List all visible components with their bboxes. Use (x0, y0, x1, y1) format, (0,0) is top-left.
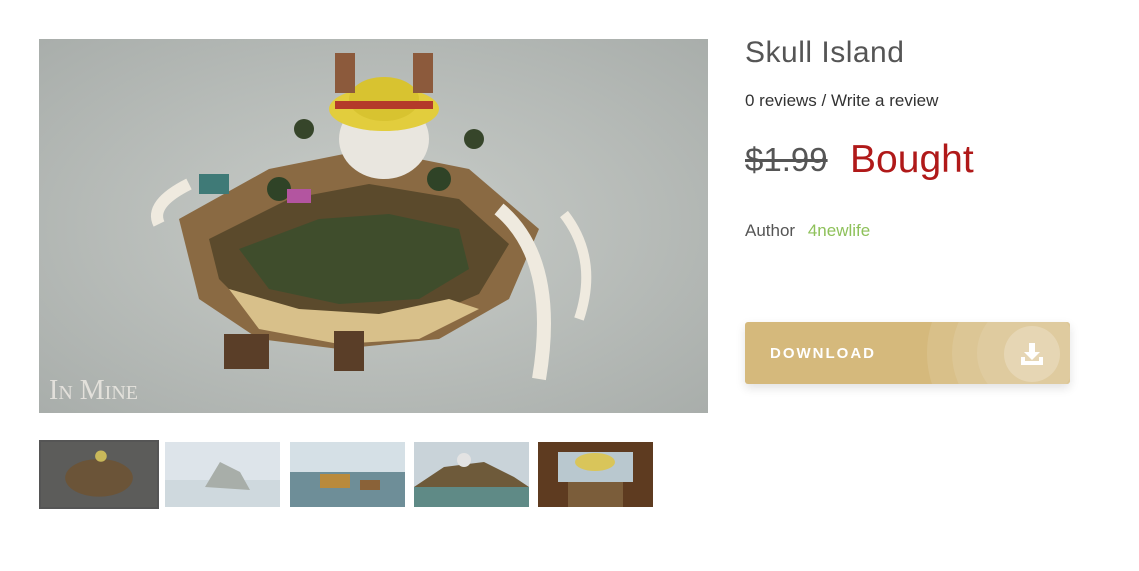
thumbnail-5[interactable] (538, 442, 653, 507)
thumbnail-4[interactable] (414, 442, 529, 507)
reviews-separator: / (816, 91, 831, 110)
download-button[interactable]: DOWNLOAD (745, 322, 1070, 384)
old-price: $1.99 (745, 141, 828, 178)
write-review-link[interactable]: Write a review (831, 91, 938, 110)
reviews-count-link[interactable]: 0 reviews (745, 91, 817, 110)
thumbnail-1[interactable] (39, 440, 159, 509)
download-label: DOWNLOAD (770, 345, 876, 362)
purchase-status: Bought (850, 138, 974, 181)
main-product-image[interactable]: In Mine (39, 39, 708, 413)
download-icon (1021, 343, 1043, 365)
reviews-row: 0 reviews / Write a review (745, 91, 938, 111)
watermark-text: In Mine (49, 375, 138, 406)
author-link[interactable]: 4newlife (808, 221, 870, 240)
price-row: $1.99 Bought (745, 138, 974, 182)
author-row: Author 4newlife (745, 221, 870, 241)
thumbnail-2[interactable] (165, 442, 280, 507)
thumbnail-3[interactable] (290, 442, 405, 507)
author-label: Author (745, 221, 796, 240)
product-title: Skull Island (745, 36, 905, 69)
